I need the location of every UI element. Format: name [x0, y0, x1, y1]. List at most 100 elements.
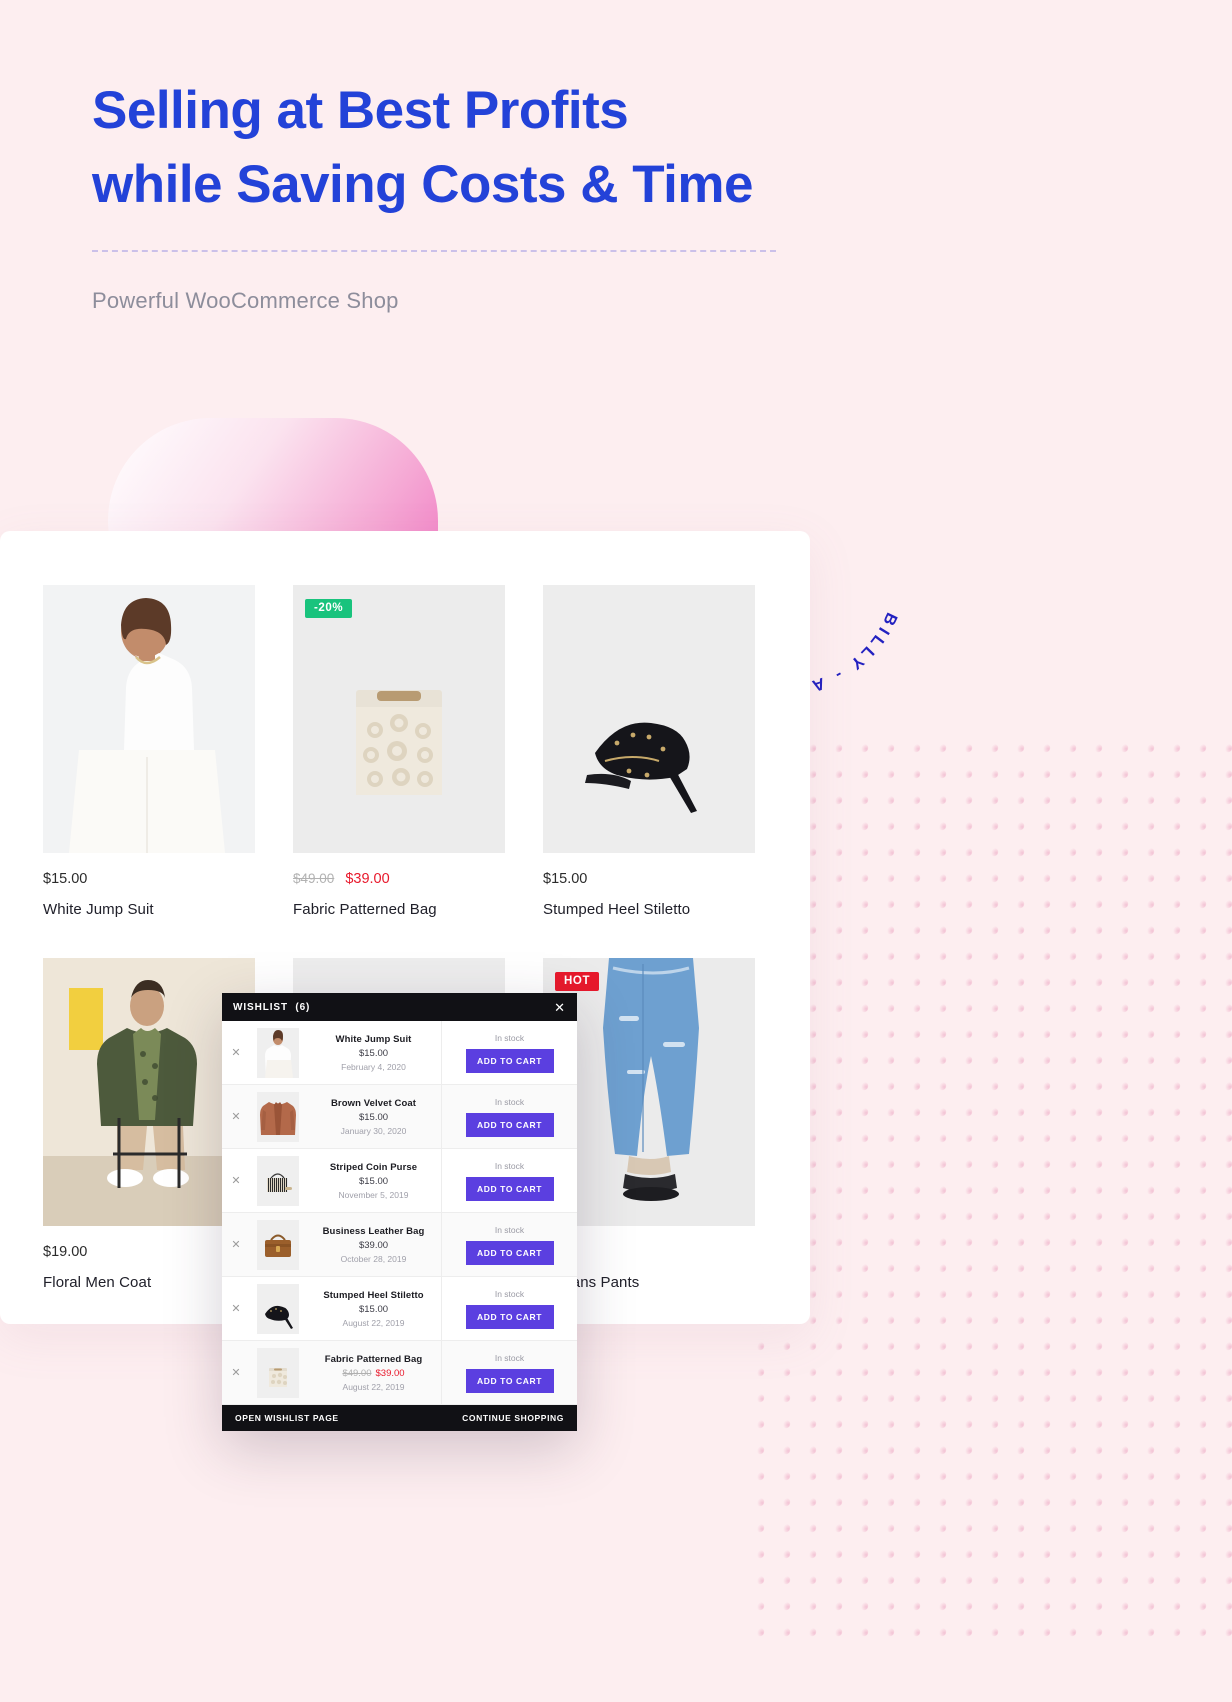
wishlist-item-info: Fabric Patterned Bag $49.00 $39.00 August 2…	[306, 1354, 441, 1392]
wishlist-item-price: $15.00	[310, 1048, 437, 1059]
wishlist-item-info: Stumped Heel Stiletto $15.00 August 22, 20…	[306, 1290, 441, 1328]
product-price: $15.00	[43, 871, 255, 891]
stock-status: In stock	[494, 1032, 525, 1043]
wishlist-price: $15.00	[358, 1303, 389, 1315]
open-wishlist-page-link[interactable]: OPEN WISHLIST PAGE	[235, 1413, 339, 1423]
wishlist-row: ✕ Fabric Patterned Bag $49.00 $39.00 August …	[222, 1341, 577, 1405]
remove-item-icon[interactable]: ✕	[222, 1110, 250, 1123]
wishlist-item-name[interactable]: Brown Velvet Coat	[310, 1098, 437, 1109]
add-to-cart-button[interactable]: ADD TO CART	[465, 1112, 554, 1137]
product-title[interactable]: White Jump Suit	[43, 901, 255, 918]
wishlist-item-name[interactable]: White Jump Suit	[310, 1034, 437, 1045]
remove-item-icon[interactable]: ✕	[222, 1302, 250, 1315]
wishlist-price: $39.00	[358, 1239, 389, 1251]
product-card[interactable]: $15.00 White Jump Suit	[43, 585, 255, 918]
woman-white-top-art	[43, 585, 255, 853]
wishlist-item-date: February 4, 2020	[341, 1061, 406, 1072]
stock-status: In stock	[494, 1160, 525, 1171]
wishlist-rows: ✕ White Jump Suit $15.00 February 4, 2020 In…	[222, 1021, 577, 1405]
product-price: $49.00 $39.00	[293, 871, 505, 891]
headline-line-2b: Costs & Time	[421, 155, 753, 214]
wishlist-item-actions: In stock ADD TO CART	[441, 1149, 577, 1212]
wishlist-item-actions: In stock ADD TO CART	[441, 1085, 577, 1148]
wishlist-item-date: August 22, 2019	[342, 1381, 405, 1392]
hero-section: Selling at Best Profits while Saving Cos…	[92, 74, 852, 314]
headline-line-2a: while Saving	[92, 155, 408, 214]
add-to-cart-button[interactable]: ADD TO CART	[465, 1048, 554, 1073]
wishlist-item-name[interactable]: Striped Coin Purse	[310, 1162, 437, 1173]
remove-item-icon[interactable]: ✕	[222, 1174, 250, 1187]
wishlist-item-info: White Jump Suit $15.00 February 4, 2020	[306, 1034, 441, 1072]
wishlist-row: ✕ White Jump Suit $15.00 February 4, 2020 In…	[222, 1021, 577, 1085]
wishlist-price: $15.00	[358, 1111, 389, 1123]
product-title[interactable]: Stumped Heel Stiletto	[543, 901, 755, 918]
add-to-cart-button[interactable]: ADD TO CART	[465, 1176, 554, 1201]
wishlist-item-price: $39.00	[310, 1240, 437, 1251]
price-value: $15.00	[543, 871, 588, 887]
wishlist-item-actions: In stock ADD TO CART	[441, 1213, 577, 1276]
wishlist-item-price: $49.00 $39.00	[310, 1368, 437, 1379]
lace-tote-bag-art	[293, 585, 505, 853]
wishlist-price-new: $39.00	[375, 1367, 405, 1379]
wishlist-price-old: $49.00	[342, 1367, 372, 1379]
wishlist-item-price: $15.00	[310, 1112, 437, 1123]
wishlist-header: WISHLIST (6) ✕	[222, 993, 577, 1021]
product-title[interactable]: Fabric Patterned Bag	[293, 901, 505, 918]
product-price: $15.00	[543, 871, 755, 891]
product-card[interactable]: -20% $49.00 $39.00 Fabric Patterned Bag	[293, 585, 505, 918]
wishlist-item-price: $15.00	[310, 1176, 437, 1187]
stock-status: In stock	[494, 1096, 525, 1107]
price-old: $49.00	[293, 871, 335, 886]
black-stiletto-art	[543, 585, 755, 853]
stock-status: In stock	[494, 1224, 525, 1235]
wishlist-item-thumbnail[interactable]	[257, 1219, 299, 1270]
wishlist-item-price: $15.00	[310, 1304, 437, 1315]
product-card[interactable]: $15.00 Stumped Heel Stiletto	[543, 585, 755, 918]
price-value: $15.00	[43, 871, 88, 887]
wishlist-item-actions: In stock ADD TO CART	[441, 1021, 577, 1084]
wishlist-item-date: November 5, 2019	[338, 1189, 409, 1200]
add-to-cart-button[interactable]: ADD TO CART	[465, 1240, 554, 1265]
product-thumbnail[interactable]	[543, 585, 755, 853]
wishlist-footer: OPEN WISHLIST PAGE CONTINUE SHOPPING	[222, 1405, 577, 1431]
stock-status: In stock	[494, 1352, 525, 1363]
wishlist-row: ✕ Striped Coin Purse $15.00 November 5, 201…	[222, 1149, 577, 1213]
wishlist-item-actions: In stock ADD TO CART	[441, 1277, 577, 1340]
price-new: $39.00	[345, 871, 390, 887]
remove-item-icon[interactable]: ✕	[222, 1046, 250, 1059]
wishlist-item-date: January 30, 2020	[340, 1125, 407, 1136]
product-thumbnail[interactable]	[43, 585, 255, 853]
page-title: Selling at Best Profits while Saving Cos…	[92, 74, 852, 222]
wishlist-popup: WISHLIST (6) ✕ ✕ White Jump Suit $15.00 Feb…	[222, 993, 577, 1431]
wishlist-item-name[interactable]: Stumped Heel Stiletto	[310, 1290, 437, 1301]
wishlist-item-thumbnail[interactable]	[257, 1347, 299, 1398]
close-icon[interactable]: ✕	[554, 1001, 565, 1014]
wishlist-count: (6)	[295, 1001, 311, 1013]
headline-line-1: Selling at Best Profits	[92, 81, 629, 140]
wishlist-item-info: Brown Velvet Coat $15.00 January 30, 2020	[306, 1098, 441, 1136]
wishlist-row: ✕ Business Leather Bag $39.00 October 28, 2…	[222, 1213, 577, 1277]
wishlist-item-thumbnail[interactable]	[257, 1027, 299, 1078]
remove-item-icon[interactable]: ✕	[222, 1238, 250, 1251]
wishlist-price: $15.00	[358, 1175, 389, 1187]
decorative-dot-pattern	[752, 740, 1232, 1640]
wishlist-price: $15.00	[358, 1047, 389, 1059]
wishlist-item-info: Striped Coin Purse $15.00 November 5, 2019	[306, 1162, 441, 1200]
hot-badge: HOT	[555, 972, 600, 991]
wishlist-item-thumbnail[interactable]	[257, 1155, 299, 1206]
wishlist-item-name[interactable]: Fabric Patterned Bag	[310, 1354, 437, 1365]
continue-shopping-link[interactable]: CONTINUE SHOPPING	[462, 1413, 564, 1423]
price-value: $19.00	[43, 1244, 88, 1260]
wishlist-item-thumbnail[interactable]	[257, 1091, 299, 1142]
sale-badge: -20%	[305, 599, 353, 618]
add-to-cart-button[interactable]: ADD TO CART	[465, 1368, 554, 1393]
wishlist-item-actions: In stock ADD TO CART	[441, 1341, 577, 1404]
wishlist-row: ✕ Stumped Heel Stiletto $15.00 August 22, 2…	[222, 1277, 577, 1341]
add-to-cart-button[interactable]: ADD TO CART	[465, 1304, 554, 1329]
product-thumbnail[interactable]: -20%	[293, 585, 505, 853]
wishlist-item-thumbnail[interactable]	[257, 1283, 299, 1334]
wishlist-item-info: Business Leather Bag $39.00 October 28, 20…	[306, 1226, 441, 1264]
wishlist-item-name[interactable]: Business Leather Bag	[310, 1226, 437, 1237]
wishlist-item-date: October 28, 2019	[340, 1253, 407, 1264]
remove-item-icon[interactable]: ✕	[222, 1366, 250, 1379]
